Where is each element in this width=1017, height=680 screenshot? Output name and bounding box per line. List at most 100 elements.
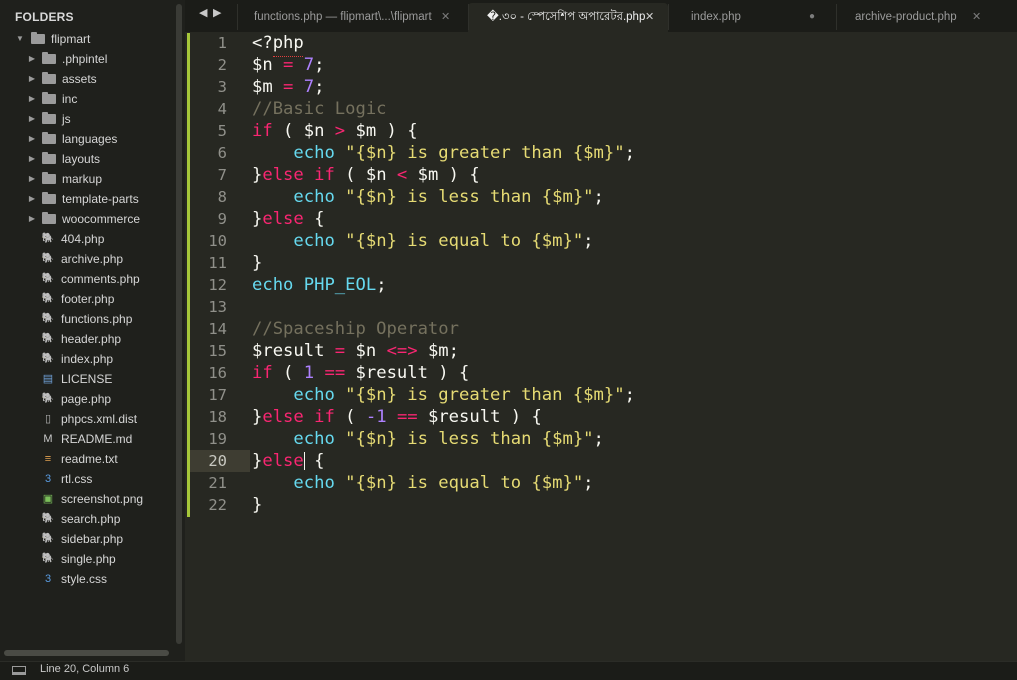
tree-file[interactable]: ≡ readme.txt xyxy=(0,449,175,469)
tab-separator xyxy=(468,4,469,30)
tree-file[interactable]: 3 rtl.css xyxy=(0,469,175,489)
code-line[interactable]: echo PHP_EOL; xyxy=(252,274,387,296)
tab-index-php[interactable]: index.php ● xyxy=(691,4,831,32)
php-icon: 🐘 xyxy=(41,293,55,304)
tab-spaceship-operator-php[interactable]: �.৩০ - স্পেসেশিপ অপারেটর.php ✕ xyxy=(487,4,662,32)
file-icon: ▯ xyxy=(44,413,52,425)
chevron-right-icon[interactable]: ▶ xyxy=(27,129,37,149)
chevron-down-icon[interactable]: ▼ xyxy=(15,29,25,49)
chevron-right-icon[interactable]: ▶ xyxy=(27,49,37,69)
folder-open-icon xyxy=(31,32,45,44)
chevron-right-icon[interactable]: ▶ xyxy=(27,209,37,229)
tab-archive-product-php[interactable]: archive-product.php ✕ xyxy=(855,4,1005,32)
code-line[interactable]: echo "{$n} is less than {$m}"; xyxy=(252,186,603,208)
close-icon[interactable]: ✕ xyxy=(441,4,450,30)
line-number: 12 xyxy=(208,276,227,294)
code-line[interactable]: <?php xyxy=(252,32,304,54)
image-icon: ▣ xyxy=(42,493,54,505)
tree-file[interactable]: 🐘 page.php xyxy=(0,389,175,409)
sidebar-vertical-scrollbar[interactable] xyxy=(176,4,182,644)
php-icon: 🐘 xyxy=(41,553,55,564)
modified-dot-icon[interactable]: ● xyxy=(809,4,815,30)
tree-file[interactable]: 🐘 search.php xyxy=(0,509,175,529)
line-number: 20 xyxy=(208,452,227,470)
tree-folder[interactable]: ▶ js xyxy=(0,109,175,129)
tab-functions-php[interactable]: functions.php — flipmart\...\flipmart ✕ xyxy=(254,4,454,32)
code-line[interactable]: //Spaceship Operator xyxy=(252,318,459,340)
tree-label: rtl.css xyxy=(61,472,93,486)
code-line[interactable]: }else { xyxy=(252,208,324,230)
code-line[interactable]: if ( 1 == $result ) { xyxy=(252,362,469,384)
chevron-right-icon[interactable]: ▶ xyxy=(27,89,37,109)
tree-folder[interactable]: ▶ assets xyxy=(0,69,175,89)
chevron-right-icon[interactable]: ▶ xyxy=(27,69,37,89)
folder-icon xyxy=(42,152,56,164)
tree-folder[interactable]: ▶ woocommerce xyxy=(0,209,175,229)
line-number: 11 xyxy=(208,254,227,272)
line-number: 15 xyxy=(208,342,227,360)
text-file-icon: ≡ xyxy=(44,453,52,465)
tree-folder[interactable]: ▶ inc xyxy=(0,89,175,109)
code-line[interactable]: echo "{$n} is greater than {$m}"; xyxy=(252,142,635,164)
tab-label: �.৩০ - স্পেসেশিপ অপারেটর.php xyxy=(487,11,646,23)
chevron-right-icon[interactable]: ▶ xyxy=(27,109,37,129)
close-icon[interactable]: ✕ xyxy=(972,4,981,30)
code-line[interactable]: }else if ( -1 == $result ) { xyxy=(252,406,542,428)
tree-file[interactable]: 3 style.css xyxy=(0,569,175,589)
chevron-right-icon[interactable]: ▶ xyxy=(27,169,37,189)
folder-icon xyxy=(42,172,56,184)
sidebar-horizontal-scrollbar[interactable] xyxy=(4,650,169,656)
close-icon[interactable]: ✕ xyxy=(645,4,654,30)
tree-label: single.php xyxy=(61,552,116,566)
panel-toggle-icon[interactable] xyxy=(12,666,26,675)
tree-file[interactable]: 🐘 404.php xyxy=(0,229,175,249)
tree-file[interactable]: 🐘 footer.php xyxy=(0,289,175,309)
tree-root-folder[interactable]: ▼ flipmart xyxy=(0,29,175,49)
code-line[interactable]: echo "{$n} is less than {$m}"; xyxy=(252,428,603,450)
php-icon: 🐘 xyxy=(41,353,55,364)
tree-file[interactable]: 🐘 comments.php xyxy=(0,269,175,289)
tree-folder[interactable]: ▶ template-parts xyxy=(0,189,175,209)
tree-file[interactable]: 🐘 archive.php xyxy=(0,249,175,269)
tree-file[interactable]: ▯ phpcs.xml.dist xyxy=(0,409,175,429)
tree-folder[interactable]: ▶ languages xyxy=(0,129,175,149)
line-number: 5 xyxy=(217,122,227,140)
code-line[interactable]: }else if ( $n < $m ) { xyxy=(252,164,480,186)
tree-folder[interactable]: ▶ .phpintel xyxy=(0,49,175,69)
markdown-icon: M xyxy=(43,433,53,445)
tree-file[interactable]: 🐘 index.php xyxy=(0,349,175,369)
tree-file[interactable]: M README.md xyxy=(0,429,175,449)
chevron-right-icon[interactable]: ▶ xyxy=(27,149,37,169)
code-line[interactable]: echo "{$n} is equal to {$m}"; xyxy=(252,230,593,252)
code-line[interactable]: $n = 7; xyxy=(252,54,324,76)
tree-folder[interactable]: ▶ markup xyxy=(0,169,175,189)
code-line[interactable]: } xyxy=(252,494,262,516)
php-icon: 🐘 xyxy=(41,313,55,324)
code-line[interactable]: echo "{$n} is equal to {$m}"; xyxy=(252,472,593,494)
code-line[interactable]: //Basic Logic xyxy=(252,98,387,120)
tree-label: flipmart xyxy=(51,32,91,46)
php-icon: 🐘 xyxy=(41,533,55,544)
code-line[interactable]: if ( $n > $m ) { xyxy=(252,120,418,142)
tab-nav-left-icon[interactable]: ◀ xyxy=(199,6,207,19)
tree-file[interactable]: ▣ screenshot.png xyxy=(0,489,175,509)
tree-label: inc xyxy=(62,92,78,106)
tree-folder[interactable]: ▶ layouts xyxy=(0,149,175,169)
code-line[interactable]: $m = 7; xyxy=(252,76,324,98)
code-line[interactable]: echo "{$n} is greater than {$m}"; xyxy=(252,384,635,406)
chevron-right-icon[interactable]: ▶ xyxy=(27,189,37,209)
code-line[interactable]: $result = $n <=> $m; xyxy=(252,340,459,362)
tree-file[interactable]: 🐘 single.php xyxy=(0,549,175,569)
tab-nav-right-icon[interactable]: ▶ xyxy=(213,6,221,19)
code-line[interactable]: }else { xyxy=(252,450,324,472)
tree-file[interactable]: 🐘 functions.php xyxy=(0,309,175,329)
css-icon: 3 xyxy=(44,473,52,485)
sidebar-title: FOLDERS xyxy=(15,10,74,24)
tree-label: style.css xyxy=(61,572,108,586)
line-number: 14 xyxy=(208,320,227,338)
tree-file[interactable]: 🐘 header.php xyxy=(0,329,175,349)
tree-file[interactable]: ▤ LICENSE xyxy=(0,369,175,389)
line-number: 21 xyxy=(208,474,227,492)
code-line[interactable]: } xyxy=(252,252,262,274)
tree-file[interactable]: 🐘 sidebar.php xyxy=(0,529,175,549)
